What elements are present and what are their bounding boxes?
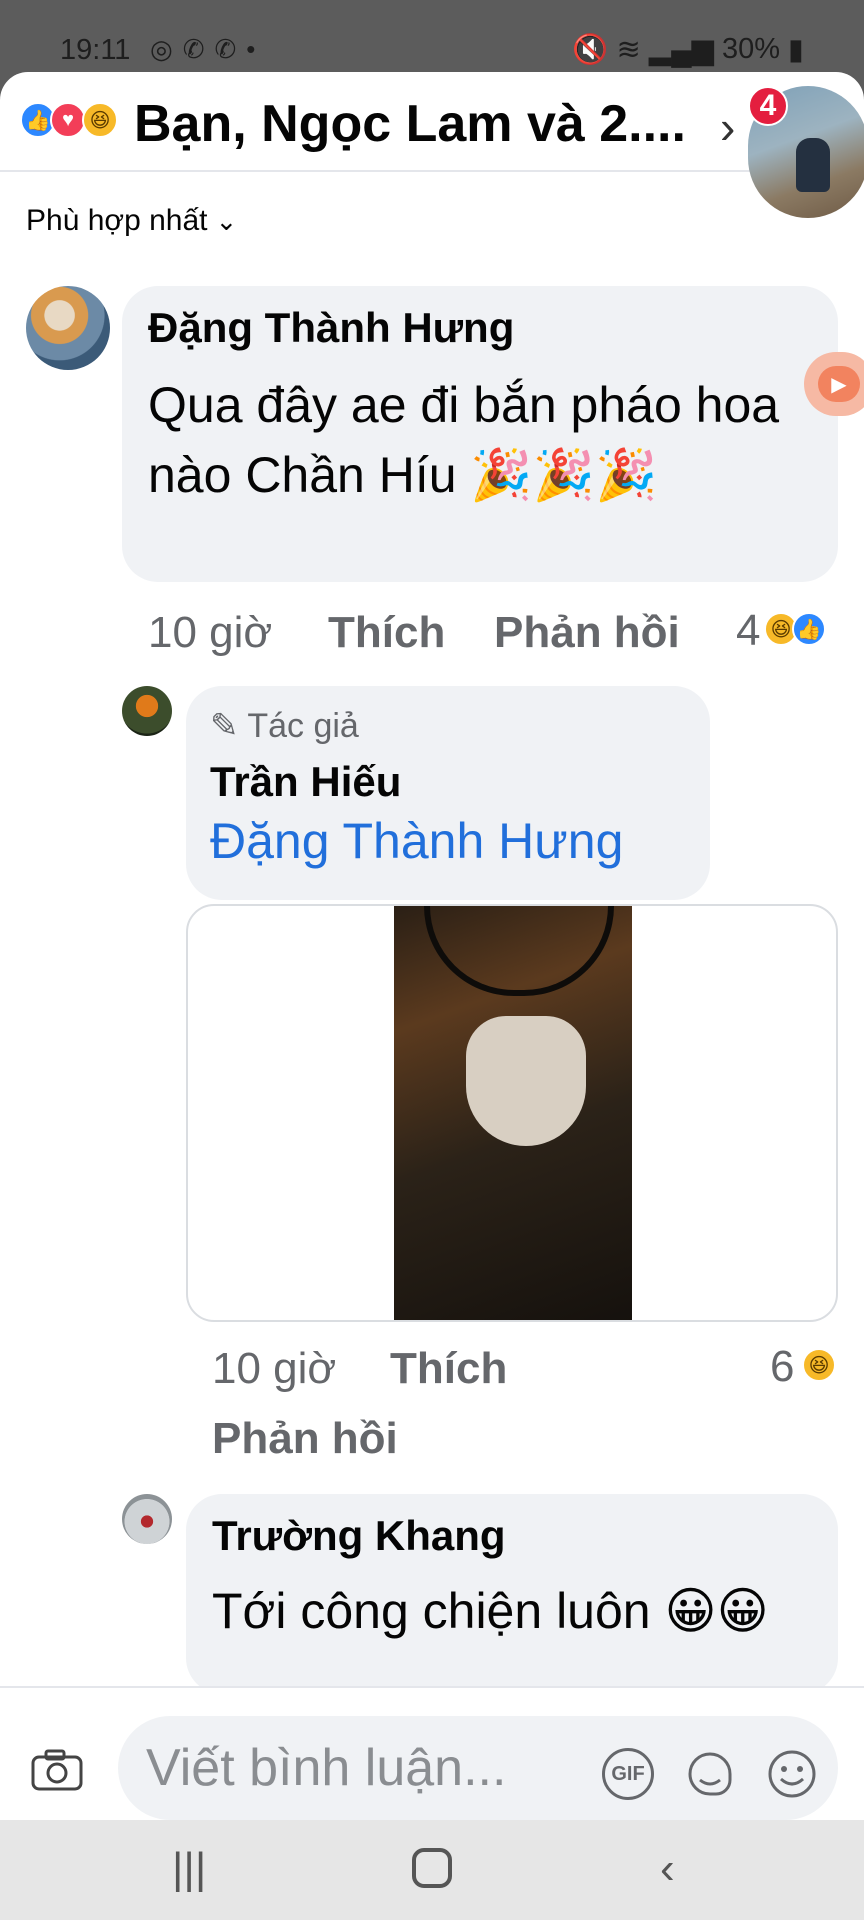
chevron-down-icon: ⌄ [215,206,238,236]
haha-icon: 😆 [82,102,118,138]
notification-icons: ◎ ✆ ✆ • [150,34,255,65]
battery-level: 30% [721,33,781,65]
video-camera-icon: ▶ [818,366,860,402]
haha-icon: 😆 [802,1348,836,1382]
battery-icon: ▮ [788,34,804,66]
mute-icon: 🔇 [572,33,609,66]
comment-author[interactable]: Trần Hiếu [210,758,401,806]
status-time: 19:11 [60,34,131,66]
home-icon[interactable] [412,1848,452,1888]
avatar[interactable] [122,1494,172,1544]
instagram-icon: ◎ [150,34,173,64]
reaction-count-value: 4 [736,606,761,655]
status-right: 🔇 ≋ ▂▄▆ 30% ▮ [572,32,804,67]
floating-video-button[interactable]: ▶ [804,352,864,416]
chathead-photo-figure [796,138,830,192]
attached-video[interactable] [186,904,838,1322]
mention-link[interactable]: Đặng Thành Hưng [210,812,623,870]
avatar[interactable] [122,686,172,736]
comment-composer: Viết bình luận... GIF [0,1686,864,1820]
gif-icon[interactable]: GIF [602,1748,654,1800]
sort-dropdown[interactable]: Phù hợp nhất ⌄ [26,204,237,238]
reaction-count[interactable]: 4 [736,606,760,656]
reaction-summary[interactable]: 👍 ♥ 😆 [20,102,130,142]
author-badge: ✎ Tác giả [210,706,359,746]
comment-bubble[interactable]: Trường Khang Tới công chiện luôn 😀😀 [186,1494,838,1694]
messenger-icon: ✆ [214,34,237,64]
gif-label: GIF [611,1762,645,1785]
comment-bubble[interactable]: ✎ Tác giả Trần Hiếu Đặng Thành Hưng [186,686,710,900]
comment-author[interactable]: Trường Khang [212,1512,506,1560]
signal-icon: ▂▄▆ [648,34,714,66]
comment-time: 10 giờ [148,608,273,657]
messenger-icon: ✆ [182,34,205,64]
comment-text: Tới công chiện luôn 😀😀 [212,1583,769,1639]
reactors-title[interactable]: Bạn, Ngọc Lam và 2.... [134,94,686,154]
chathead-badge: 4 [748,86,788,126]
like-button[interactable]: Thích [390,1344,507,1394]
comment-bubble[interactable]: Đặng Thành Hưng Qua đây ae đi bắn pháo h… [122,286,838,582]
sort-label: Phù hợp nhất [26,204,208,237]
face-mask-shape [466,1016,586,1146]
android-nav-bar: ||| ‹ [0,1820,864,1920]
reaction-count-value: 6 [770,1342,795,1391]
sticker-icon[interactable] [684,1748,736,1800]
avatar[interactable] [26,286,110,370]
love-icon: ♥ [50,102,86,138]
comment-time: 10 giờ [212,1344,337,1393]
reactions-header[interactable]: 👍 ♥ 😆 Bạn, Ngọc Lam và 2.... › [0,72,864,172]
comment-author[interactable]: Đặng Thành Hưng [148,304,514,352]
helmet-shape [424,906,614,996]
author-badge-label: Tác giả [247,707,359,745]
chevron-right-icon[interactable]: › [720,100,735,154]
reply-button[interactable]: Phản hồi [494,608,680,658]
emoji-icon[interactable] [766,1748,818,1800]
wifi-icon: ≋ [616,34,641,66]
more-dot-icon: • [246,34,256,64]
comment-text: Qua đây ae đi bắn pháo hoa nào Chần Híu … [148,377,780,503]
pencil-icon: ✎ [210,707,239,745]
video-thumbnail[interactable] [394,906,632,1320]
comment-placeholder: Viết bình luận... [146,1739,507,1797]
recents-icon[interactable]: ||| [172,1844,206,1894]
back-icon[interactable]: ‹ [660,1844,675,1894]
like-icon: 👍 [792,612,826,646]
reaction-count[interactable]: 6 [770,1342,794,1392]
camera-icon[interactable] [30,1748,84,1792]
reply-button[interactable]: Phản hồi [212,1414,398,1464]
comment-input[interactable]: Viết bình luận... GIF [118,1716,838,1820]
like-button[interactable]: Thích [328,608,445,658]
